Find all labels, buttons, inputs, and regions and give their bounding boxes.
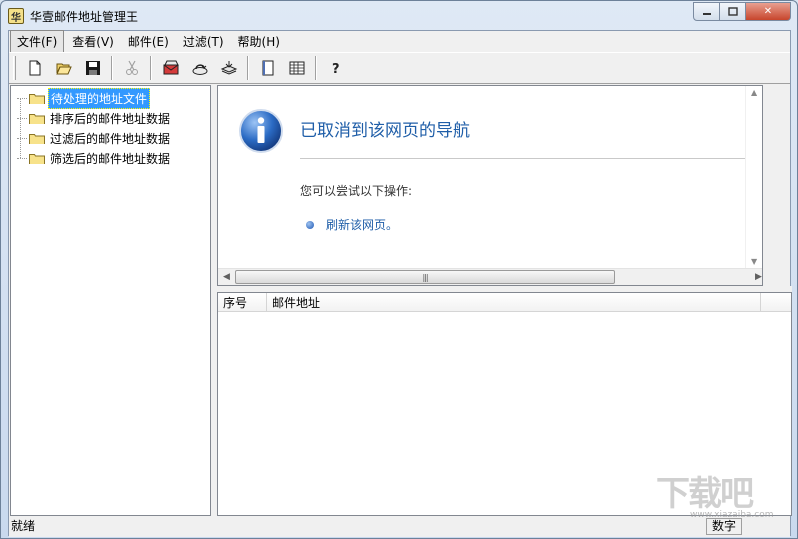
menu-help[interactable]: 帮助(H) (232, 31, 286, 52)
tree-item-sorted[interactable]: 排序后的邮件地址数据 (17, 109, 172, 127)
help-button[interactable]: ? (324, 57, 347, 80)
list-header: 序号 邮件地址 (218, 293, 791, 312)
tree-item-filtered[interactable]: 过滤后的邮件地址数据 (17, 129, 172, 147)
maximize-button[interactable] (720, 2, 746, 21)
tree-item-label: 筛选后的邮件地址数据 (50, 151, 171, 166)
app-window: 华 华壹邮件地址管理王 ✕ 文件(F) 查看(V) 邮件(E) 过滤(T) 帮助… (0, 0, 798, 539)
help-icon: ? (332, 62, 340, 76)
new-button[interactable] (23, 57, 46, 80)
status-text: 就绪 (11, 519, 36, 533)
folder-icon (29, 94, 45, 104)
scroll-down-icon[interactable]: ▼ (751, 257, 757, 266)
open-folder-icon (55, 63, 72, 75)
list-icon (262, 60, 273, 76)
cut-button[interactable] (120, 57, 143, 80)
svg-text:?: ? (332, 62, 340, 76)
vertical-scrollbar[interactable]: ▲ ▼ (745, 86, 762, 269)
menu-bar: 文件(F) 查看(V) 邮件(E) 过滤(T) 帮助(H) (9, 29, 790, 53)
minimize-icon (702, 12, 711, 15)
menu-filter[interactable]: 过滤(T) (177, 31, 230, 52)
status-bar: 就绪 数字 (9, 516, 790, 537)
toolbar-separator (111, 56, 113, 80)
restore-icon (727, 7, 738, 16)
toolbar: ? (9, 52, 790, 84)
mail-send-icon (163, 60, 179, 75)
tree-branch (17, 117, 27, 119)
app-icon[interactable]: 华 (8, 8, 24, 24)
column-header-email[interactable]: 邮件地址 (267, 293, 761, 312)
tree-branch (17, 157, 27, 159)
divider (300, 158, 762, 159)
window-title: 华壹邮件地址管理王 (30, 10, 139, 24)
numlock-indicator: 数字 (706, 518, 742, 535)
close-button[interactable]: ✕ (746, 2, 791, 21)
tree-item-pending[interactable]: 待处理的地址文件 (17, 87, 151, 109)
table-icon (289, 61, 304, 75)
toolbar-separator (150, 56, 152, 80)
scroll-up-icon[interactable]: ▲ (751, 88, 757, 97)
tree-item-screened[interactable]: 筛选后的邮件地址数据 (17, 149, 172, 167)
tree-branch (17, 137, 27, 139)
bullet-icon (306, 221, 314, 229)
mail-receive-icon (192, 64, 207, 75)
menu-file[interactable]: 文件(F) (10, 29, 65, 53)
scroll-right-icon[interactable]: ▶ (755, 272, 762, 282)
folder-icon (29, 134, 45, 144)
menu-view[interactable]: 查看(V) (66, 31, 120, 52)
folder-tree[interactable]: 待处理的地址文件 排序后的邮件地址数据 过滤后的邮件地址数据 筛选后的邮件地址数… (10, 85, 211, 516)
send-mail-button[interactable] (159, 57, 182, 80)
column-header-index[interactable]: 序号 (218, 293, 267, 312)
browser-pane: 已取消到该网页的导航 您可以尝试以下操作: 刷新该网页。 ▲ ▼ ◀ ||| ▶ (217, 85, 763, 286)
tree-item-label: 待处理的地址文件 (48, 87, 151, 109)
watermark-url: www.xiazaiba.com (690, 510, 774, 520)
watermark-logo: 下载吧 (656, 474, 754, 514)
client-area: 文件(F) 查看(V) 邮件(E) 过滤(T) 帮助(H) ? 待处理的地址文件… (8, 29, 792, 537)
folder-icon (29, 154, 45, 164)
toolbar-separator (315, 56, 317, 80)
receive-mail-button[interactable] (188, 57, 211, 80)
folder-icon (29, 114, 45, 124)
toolbar-separator (247, 56, 249, 80)
import-icon (220, 61, 237, 75)
open-button[interactable] (52, 57, 75, 80)
info-icon (239, 109, 283, 153)
scroll-thumb[interactable]: ||| (235, 270, 615, 284)
column-header-filler (761, 293, 791, 312)
menu-mail[interactable]: 邮件(E) (122, 31, 175, 52)
title-bar[interactable]: 华 华壹邮件地址管理王 ✕ (1, 1, 797, 30)
hint-text: 您可以尝试以下操作: (300, 184, 413, 198)
tree-item-label: 排序后的邮件地址数据 (50, 111, 171, 126)
close-icon: ✕ (763, 6, 773, 17)
minimize-button[interactable] (693, 2, 720, 21)
page-title: 已取消到该网页的导航 (300, 121, 470, 141)
list-view-button[interactable] (256, 57, 279, 80)
scroll-left-icon[interactable]: ◀ (223, 272, 230, 282)
save-icon (85, 61, 100, 75)
tree-branch (17, 97, 27, 99)
horizontal-scrollbar[interactable]: ◀ ||| ▶ (218, 268, 762, 285)
tree-item-label: 过滤后的邮件地址数据 (50, 131, 171, 146)
toolbar-grip[interactable] (13, 56, 16, 80)
refresh-link[interactable]: 刷新该网页。 (326, 216, 398, 233)
cut-icon (125, 60, 138, 75)
new-file-icon (29, 60, 40, 76)
save-button[interactable] (81, 57, 104, 80)
table-view-button[interactable] (285, 57, 308, 80)
import-button[interactable] (217, 57, 240, 80)
